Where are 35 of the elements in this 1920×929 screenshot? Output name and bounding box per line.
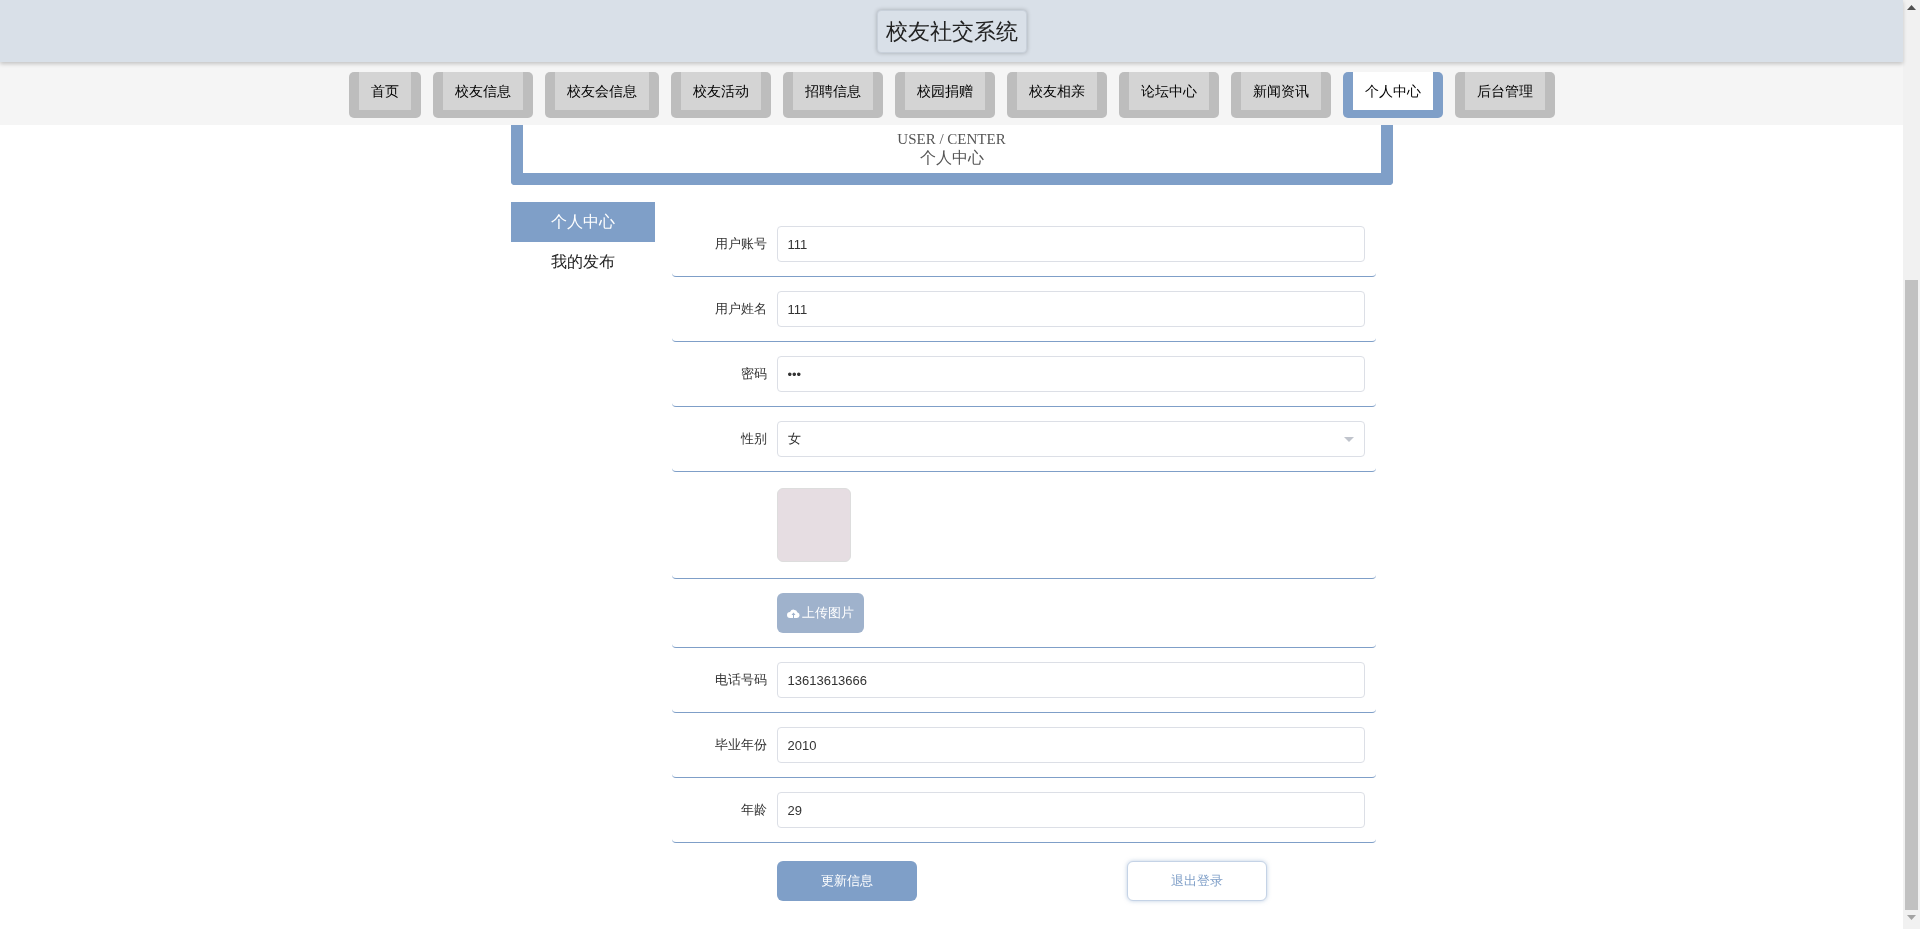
nav-tab[interactable]: 后台管理 [1454,71,1555,118]
caret-icon [1343,436,1354,442]
field-label: 性别 [739,430,768,449]
site-title: 校友社交系统 [876,9,1027,53]
scrollbar-thumb[interactable] [1905,280,1918,910]
input-field[interactable]: 2010 [776,727,1365,763]
input-field[interactable]: ••• [776,356,1365,392]
field-label: 年龄 [739,801,768,820]
field-label: 密码 [739,365,768,384]
nav-tab[interactable]: 首页 [348,71,421,118]
scroll-up-icon[interactable] [1907,5,1916,10]
nav-tab[interactable]: 新闻资讯 [1230,71,1331,118]
input-field[interactable]: 13613613666 [776,662,1365,698]
cloud-upload-icon [786,608,800,618]
nav-tab[interactable]: 校友相亲 [1006,71,1107,118]
banner-subtitle: USER / CENTER [897,130,1006,148]
nav-tab[interactable]: 校友信息 [432,71,533,118]
select-field[interactable]: 女 [776,421,1365,457]
field-label: 毕业年份 [713,736,768,755]
nav-tab[interactable]: 论坛中心 [1118,71,1219,118]
field-label: 用户姓名 [713,300,768,319]
field-label: 用户账号 [713,235,768,254]
banner-title: 个人中心 [919,148,984,168]
scrollbar[interactable] [1903,0,1920,929]
nav-tab[interactable]: 校友活动 [670,71,771,118]
input-field[interactable]: 111 [776,226,1365,262]
scroll-down-icon[interactable] [1907,915,1916,920]
nav-tab[interactable]: 招聘信息 [782,71,883,118]
nav-tab[interactable]: 个人中心 [1342,71,1443,118]
nav-tab[interactable]: 校园捐赠 [894,71,995,118]
input-field[interactable]: 111 [776,291,1365,327]
photo-placeholder[interactable] [776,488,851,562]
field-label: 电话号码 [713,671,768,690]
nav-tab[interactable]: 校友会信息 [544,71,659,118]
input-field[interactable]: 29 [776,792,1365,828]
